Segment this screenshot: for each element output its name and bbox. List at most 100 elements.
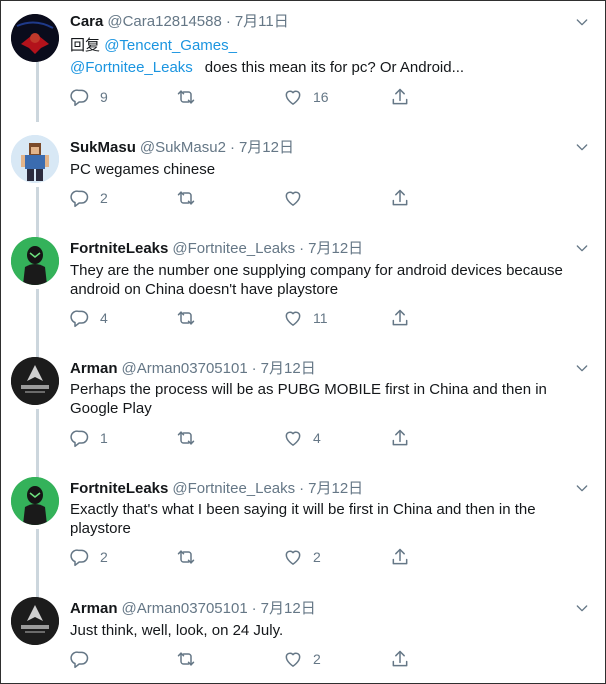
thread-line [36,409,39,479]
author-name[interactable]: Arman [70,360,118,377]
author-name[interactable]: Cara [70,13,103,30]
reply-button[interactable]: 2 [70,186,108,210]
chevron-down-icon[interactable] [574,14,590,30]
dark-logo-avatar-icon [11,357,59,405]
share-button[interactable] [390,306,410,330]
tweet-date[interactable]: 7月12日 [261,360,316,377]
share-icon [390,188,410,208]
reply-button[interactable]: 9 [70,85,108,109]
like-button[interactable] [283,186,313,210]
minecraft-avatar-icon [11,135,59,183]
tweet-date[interactable]: 7月12日 [261,600,316,617]
share-icon [390,87,410,107]
like-count: 2 [313,549,321,565]
share-button[interactable] [390,426,410,450]
reply-icon [70,308,90,328]
share-icon [390,308,410,328]
reply-to-link[interactable]: @Tencent_Games_ [104,37,237,54]
tweet-text: Perhaps the process will be as PUBG MOBI… [70,381,547,417]
reply-button[interactable]: 1 [70,426,108,450]
share-button[interactable] [390,85,410,109]
spider-avatar-icon [11,14,59,62]
thread-line [36,62,39,122]
like-icon [283,87,303,107]
tweet-text: They are the number one supplying compan… [70,262,563,298]
like-icon [283,428,303,448]
author-handle[interactable]: @Fortnitee_Leaks [172,240,295,257]
retweet-icon [176,547,196,567]
tweet-text: Exactly that's what I been saying it wil… [70,501,536,537]
chevron-down-icon[interactable] [574,240,590,256]
retweet-icon [176,428,196,448]
retweet-button[interactable] [176,647,206,671]
retweet-button[interactable] [176,306,206,330]
avatar[interactable] [11,597,59,645]
share-button[interactable] [390,186,410,210]
reply-count: 9 [100,89,108,105]
avatar[interactable] [11,237,59,285]
author-name[interactable]: SukMasu [70,139,136,156]
retweet-icon [176,308,196,328]
reply-icon [70,649,90,669]
chevron-down-icon[interactable] [574,480,590,496]
chevron-down-icon[interactable] [574,360,590,376]
retweet-button[interactable] [176,545,206,569]
tweet-date[interactable]: 7月12日 [308,240,363,257]
retweet-button[interactable] [176,426,206,450]
like-icon [283,308,303,328]
dark-logo-avatar-icon [11,597,59,645]
reply-icon [70,428,90,448]
tweet-date[interactable]: 7月12日 [239,139,294,156]
chevron-down-icon[interactable] [574,600,590,616]
retweet-button[interactable] [176,85,206,109]
tweet-date[interactable]: 7月11日 [235,13,289,30]
like-icon [283,188,303,208]
fortnite-skin-avatar-icon [11,477,59,525]
thread-line [36,529,39,599]
avatar[interactable] [11,357,59,405]
reply-icon [70,87,90,107]
share-button[interactable] [390,545,410,569]
reply-count: 1 [100,430,108,446]
like-button[interactable]: 11 [283,306,328,330]
retweet-icon [176,649,196,669]
tweet-date[interactable]: 7月12日 [308,480,363,497]
like-count: 16 [313,89,329,105]
like-button[interactable]: 2 [283,647,321,671]
reply-button[interactable]: 4 [70,306,108,330]
share-icon [390,547,410,567]
author-name[interactable]: FortniteLeaks [70,480,168,497]
author-handle[interactable]: @Arman03705101 [122,360,248,377]
like-icon [283,649,303,669]
tweet-text: does this mean its for pc? Or Android... [204,59,465,76]
avatar[interactable] [11,135,59,183]
like-button[interactable]: 16 [283,85,329,109]
like-button[interactable]: 4 [283,426,321,450]
like-button[interactable]: 2 [283,545,321,569]
like-count: 2 [313,651,321,667]
avatar[interactable] [11,477,59,525]
reply-icon [70,188,90,208]
mention-link[interactable]: @Fortnitee_Leaks [70,58,193,77]
like-count: 4 [313,430,321,446]
reply-count: 2 [100,190,108,206]
thread-line [36,289,39,359]
share-button[interactable] [390,647,410,671]
avatar[interactable] [11,14,59,62]
reply-prefix: 回复 [70,37,101,54]
author-name[interactable]: Arman [70,600,118,617]
author-handle[interactable]: @SukMasu2 [140,139,226,156]
author-handle[interactable]: @Cara12814588 [107,13,221,30]
retweet-icon [176,87,196,107]
reply-count: 4 [100,310,108,326]
share-icon [390,428,410,448]
like-count: 11 [313,310,328,326]
author-name[interactable]: FortniteLeaks [70,240,168,257]
chevron-down-icon[interactable] [574,139,590,155]
author-handle[interactable]: @Arman03705101 [122,600,248,617]
reply-button[interactable] [70,647,100,671]
author-handle[interactable]: @Fortnitee_Leaks [172,480,295,497]
share-icon [390,649,410,669]
retweet-button[interactable] [176,186,206,210]
reply-button[interactable]: 2 [70,545,108,569]
